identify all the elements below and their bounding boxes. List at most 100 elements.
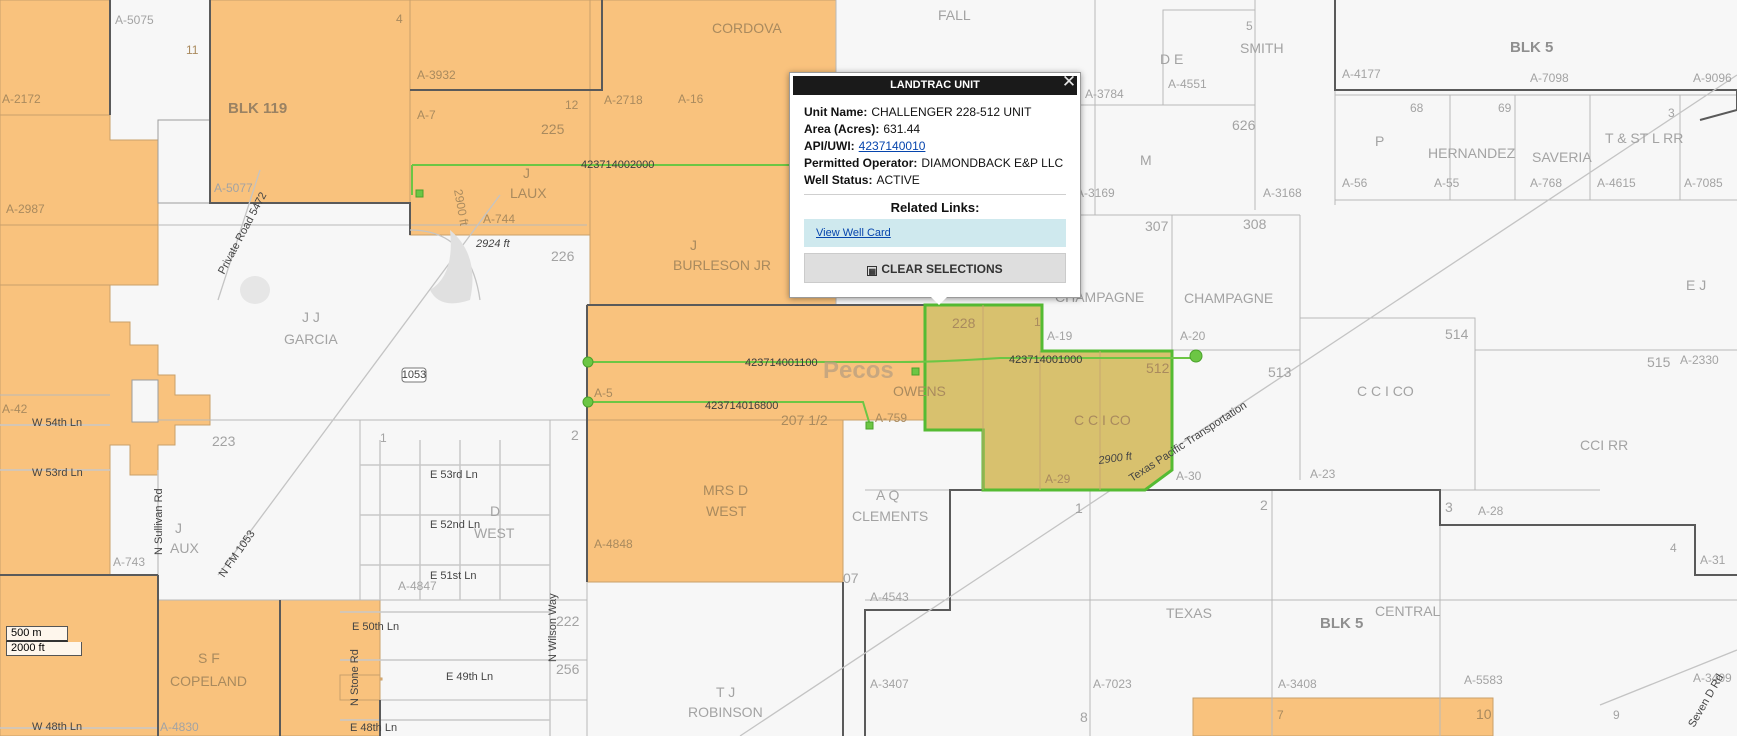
block-label: BLK 119: [228, 100, 287, 117]
owner-label: WEST: [706, 503, 747, 519]
section-label: 256: [556, 661, 580, 677]
section-label: 68: [1410, 101, 1424, 115]
owner-label: HERNANDEZ: [1428, 145, 1516, 161]
abstract-label: A-759: [875, 411, 907, 425]
abstract-label: A-2718: [604, 93, 643, 107]
well-label: 423714002000: [581, 159, 654, 171]
well-label: 423714016800: [705, 400, 778, 412]
owner-label: TEXAS: [1166, 605, 1212, 621]
owner-label: T & ST L RR: [1605, 130, 1683, 146]
abstract-label: A-3407: [870, 677, 909, 691]
section-label: 3: [1445, 499, 1453, 515]
section-label: 307: [1145, 218, 1169, 234]
popup-body: Unit Name: CHALLENGER 228-512 UNIT Area (…: [804, 105, 1066, 283]
abstract-label: A-2987: [6, 202, 45, 216]
section-label: 1: [1075, 500, 1083, 516]
owner-label: J J: [302, 309, 320, 325]
field-label: Unit Name:: [804, 105, 868, 119]
abstract-label: A-768: [1530, 176, 1562, 190]
owner-label: J: [175, 520, 182, 536]
clear-selections-button[interactable]: ▦ CLEAR SELECTIONS: [804, 253, 1066, 283]
abstract-label: A-30: [1176, 469, 1202, 483]
abstract-label: A-2330: [1680, 353, 1719, 367]
abstract-label: A-4551: [1168, 77, 1207, 91]
scale-imperial: 2000 ft: [6, 642, 82, 656]
road-label: W 54th Ln: [32, 417, 82, 429]
owner-label: M: [1140, 152, 1152, 168]
abstract-label: A-16: [678, 92, 704, 106]
abstract-label: A-55: [1434, 176, 1460, 190]
abstract-label: A-743: [113, 555, 145, 569]
landtrac-unit-popup: LANDTRAC UNIT ✕ Unit Name: CHALLENGER 228…: [789, 72, 1081, 298]
field-value: 631.44: [883, 122, 921, 136]
section-label: 10: [1476, 706, 1492, 722]
related-links-box: View Well Card: [804, 219, 1066, 247]
owner-label: CENTRAL: [1375, 603, 1441, 619]
abstract-label: A-5583: [1464, 673, 1503, 687]
owner-label: LAUX: [510, 185, 547, 201]
road-label: E 53rd Ln: [430, 469, 478, 481]
divider: [804, 194, 1066, 195]
road-label: E 49th Ln: [446, 671, 493, 683]
abstract-label: A-4848: [594, 537, 633, 551]
section-label: 207 1/2: [781, 412, 828, 428]
view-well-card-link[interactable]: View Well Card: [816, 227, 891, 239]
abstract-label: A-2172: [2, 92, 41, 106]
abstract-label: A-7023: [1093, 677, 1132, 691]
section-label: 308: [1243, 216, 1267, 232]
well-label: 423714001000: [1009, 354, 1082, 366]
road-label: E 52nd Ln: [430, 519, 480, 531]
operator-row: Permitted Operator: DIAMONDBACK E&P LLC: [804, 156, 1066, 173]
section-label: 513: [1268, 364, 1292, 380]
road-label: N Wilson Way: [547, 593, 559, 662]
road-label: E 51st Ln: [430, 570, 476, 582]
owner-label: C C I CO: [1357, 383, 1414, 399]
field-label: Well Status:: [804, 173, 873, 187]
abstract-label: A-19: [1047, 329, 1073, 343]
abstract-label: A-5: [594, 386, 613, 400]
field-label: Area (Acres):: [804, 122, 880, 136]
owner-label: A Q: [876, 487, 899, 503]
owner-label: S F: [198, 650, 220, 666]
scale-bar: 500 m 2000 ft: [6, 626, 82, 656]
section-label: 07: [843, 570, 859, 586]
field-value: CHALLENGER 228-512 UNIT: [871, 105, 1032, 119]
owner-label: ROBINSON: [688, 704, 763, 720]
owner-label: SMITH: [1240, 40, 1284, 56]
road-label: N Stone Rd: [349, 649, 361, 706]
section-label: 8: [1080, 709, 1088, 725]
abstract-label: A-3784: [1085, 87, 1124, 101]
section-label: 225: [541, 121, 565, 137]
abstract-label: A-9096: [1693, 71, 1732, 85]
abstract-label: A-744: [483, 212, 515, 226]
abstract-label: A-31: [1700, 553, 1726, 567]
section-label: 222: [556, 613, 580, 629]
owner-label: SAVERIA: [1532, 149, 1592, 165]
abstract-label: A-5077: [214, 181, 253, 195]
well-label: 423714001100: [745, 357, 818, 369]
owner-label: T J: [716, 684, 735, 700]
block-label: BLK 5: [1320, 615, 1363, 632]
road-label: W 53rd Ln: [32, 467, 83, 479]
section-label: 1: [1034, 315, 1041, 329]
close-icon[interactable]: ✕: [1061, 73, 1077, 90]
owner-label: D E: [1160, 51, 1183, 67]
section-label: 5: [1246, 19, 1253, 33]
section-label: 11: [186, 43, 199, 57]
section-label: 12: [565, 98, 579, 112]
abstract-label: A-4615: [1597, 176, 1636, 190]
unit-name-row: Unit Name: CHALLENGER 228-512 UNIT: [804, 105, 1066, 122]
api-link[interactable]: 4237140010: [859, 139, 926, 153]
abstract-label: A-3932: [417, 68, 456, 82]
section-label: 514: [1445, 326, 1469, 342]
owner-label: CCI RR: [1580, 437, 1628, 453]
owner-label: CLEMENTS: [852, 508, 928, 524]
abstract-label: A-7085: [1684, 176, 1723, 190]
owner-label: CHAMPAGNE: [1184, 290, 1273, 306]
section-label: 512: [1146, 360, 1170, 376]
owner-label: J: [523, 165, 530, 181]
section-label: 7: [1277, 708, 1284, 722]
abstract-label: A-4177: [1342, 67, 1381, 81]
section-label: 4: [396, 12, 403, 26]
popup-pointer: [930, 296, 948, 305]
